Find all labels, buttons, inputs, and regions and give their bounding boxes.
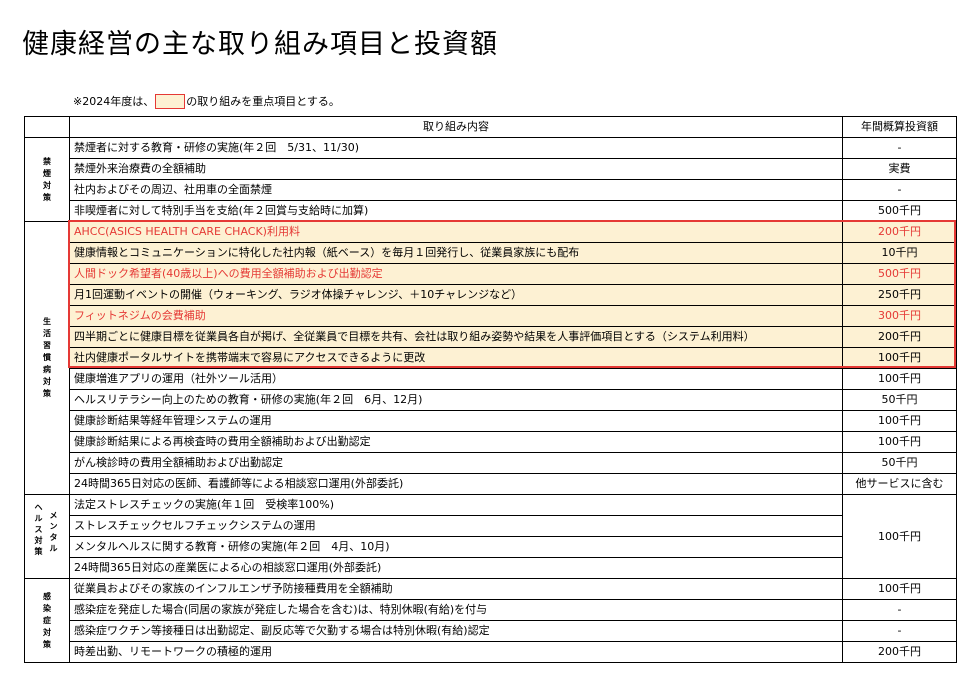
header-empty [24, 116, 70, 138]
table-row: 健康増進アプリの運用（社外ツール活用） 100千円 [25, 368, 957, 390]
row-amount-merged: 100千円 [842, 494, 957, 579]
row-amount: 実費 [842, 158, 957, 180]
row-amount: - [842, 599, 957, 621]
table-row: 感染症対策 従業員およびその家族のインフルエンザ予防接種費用を全額補助 100千… [24, 578, 957, 663]
page-title: 健康経営の主な取り組み項目と投資額 [22, 29, 498, 60]
table-row: 時差出勤、リモートワークの積極的運用 200千円 [25, 641, 957, 663]
row-item: 感染症を発症した場合(同居の家族が発症した場合を含む)は、特別休暇(有給)を付与 [69, 599, 843, 621]
table-row: 24時間365日対応の医師、看護師等による相談窓口運用(外部委託) 他サービスに… [25, 473, 957, 495]
table-row: がん検診時の費用全額補助および出勤認定 50千円 [25, 452, 957, 474]
row-amount: 200千円 [842, 326, 957, 348]
table-row: ヘルスリテラシー向上のための教育・研修の実施(年２回 6月、12月) 50千円 [25, 389, 957, 411]
row-item: 社内およびその周辺、社用車の全面禁煙 [69, 179, 843, 201]
row-item: 月1回運動イベントの開催（ウォーキング、ラジオ体操チャレンジ、＋10チャレンジな… [69, 284, 843, 306]
table-row: 健康診断結果による再検査時の費用全額補助および出勤認定 100千円 [25, 431, 957, 453]
category-infection: 感染症対策 [24, 578, 70, 663]
table-row: 生活習慣病対策 AHCC(ASICS HEALTH CARE CHACK)利用料… [24, 221, 957, 495]
table-row: 健康診断結果等経年管理システムの運用 100千円 [25, 410, 957, 432]
highlight-legend-swatch [155, 93, 186, 109]
row-amount: 100千円 [842, 347, 957, 369]
row-amount: 500千円 [842, 263, 957, 285]
header-content: 取り組み内容 [69, 116, 843, 138]
row-amount: - [842, 179, 957, 201]
row-amount: 50千円 [842, 389, 957, 411]
row-item: 従業員およびその家族のインフルエンザ予防接種費用を全額補助 [69, 578, 843, 600]
table-row: 非喫煙者に対して特別手当を支給(年２回賞与支給時に加算) 500千円 [25, 200, 957, 222]
investment-table: 取り組み内容 年間概算投資額 禁煙対策 禁煙者に対する教育・研修の実施(年２回 … [24, 116, 957, 663]
table-row: 月1回運動イベントの開催（ウォーキング、ラジオ体操チャレンジ、＋10チャレンジな… [25, 284, 957, 306]
row-amount: - [842, 137, 957, 159]
row-amount: 10千円 [842, 242, 957, 264]
table-row: 感染症を発症した場合(同居の家族が発症した場合を含む)は、特別休暇(有給)を付与… [25, 599, 957, 621]
table-row: フィットネジムの会費補助 300千円 [25, 305, 957, 327]
header-amount: 年間概算投資額 [842, 116, 957, 138]
category-smoking: 禁煙対策 [24, 137, 70, 222]
row-amount: 他サービスに含む [842, 473, 957, 495]
row-amount: 100千円 [842, 431, 957, 453]
table-row: 禁煙外来治療費の全額補助 実費 [25, 158, 957, 180]
table-row: 四半期ごとに健康目標を従業員各自が掲げ、全従業員で目標を共有、会社は取り組み姿勢… [25, 326, 957, 348]
category-mental-left: ヘルス対策 [34, 502, 43, 556]
row-amount: 100千円 [842, 578, 957, 600]
row-item: 感染症ワクチン等接種日は出勤認定、副反応等で欠勤する場合は特別休暇(有給)認定 [69, 620, 843, 642]
row-item: 非喫煙者に対して特別手当を支給(年２回賞与支給時に加算) [69, 200, 843, 222]
row-amount: 500千円 [842, 200, 957, 222]
category-mental-right: メンタル [49, 510, 58, 553]
row-item: 健康増進アプリの運用（社外ツール活用） [69, 368, 843, 390]
table-row: 感染症ワクチン等接種日は出勤認定、副反応等で欠勤する場合は特別休暇(有給)認定 … [25, 620, 957, 642]
table-row: メンタルヘルスに関する教育・研修の実施(年２回 4月、10月) [25, 536, 957, 558]
table-row: 24時間365日対応の産業医による心の相談窓口運用(外部委託) [25, 557, 957, 579]
row-item: ヘルスリテラシー向上のための教育・研修の実施(年２回 6月、12月) [69, 389, 843, 411]
row-amount: 50千円 [842, 452, 957, 474]
row-amount: 100千円 [842, 410, 957, 432]
priority-note: ※2024年度は、 の取り組みを重点項目とする。 [73, 92, 340, 110]
table-row: 社内およびその周辺、社用車の全面禁煙 - [25, 179, 957, 201]
row-item: ストレスチェックセルフチェックシステムの運用 [69, 515, 843, 537]
row-item: 時差出勤、リモートワークの積極的運用 [69, 641, 843, 663]
row-item: 四半期ごとに健康目標を従業員各自が掲げ、全従業員で目標を共有、会社は取り組み姿勢… [69, 326, 843, 348]
row-amount: 300千円 [842, 305, 957, 327]
row-amount: 200千円 [842, 641, 957, 663]
table-row: 社内健康ポータルサイトを携帯端末で容易にアクセスできるように更改 100千円 [25, 347, 957, 369]
row-amount: 250千円 [842, 284, 957, 306]
row-item: がん検診時の費用全額補助および出勤認定 [69, 452, 843, 474]
note-prefix: ※2024年度は、 [73, 95, 155, 108]
table-row: 禁煙対策 禁煙者に対する教育・研修の実施(年２回 5/31、11/30) - [24, 137, 957, 222]
row-item: 人間ドック希望者(40歳以上)への費用全額補助および出勤認定 [69, 263, 843, 285]
note-suffix: の取り組みを重点項目とする。 [186, 95, 340, 108]
table-header-row: 取り組み内容 年間概算投資額 [24, 116, 957, 138]
table-row: ストレスチェックセルフチェックシステムの運用 [25, 515, 957, 537]
row-item: 禁煙外来治療費の全額補助 [69, 158, 843, 180]
row-item: 禁煙者に対する教育・研修の実施(年２回 5/31、11/30) [69, 137, 843, 159]
category-mental: ヘルス対策 メンタル [24, 494, 70, 579]
row-item: 健康情報とコミュニケーションに特化した社内報（紙ベース）を毎月１回発行し、従業員… [69, 242, 843, 264]
table-row: ヘルス対策 メンタル 法定ストレスチェックの実施(年１回 受検率100%) 10… [24, 494, 957, 579]
row-amount: 100千円 [842, 368, 957, 390]
row-item: 社内健康ポータルサイトを携帯端末で容易にアクセスできるように更改 [69, 347, 843, 369]
row-item: AHCC(ASICS HEALTH CARE CHACK)利用料 [69, 221, 843, 243]
row-item: 24時間365日対応の産業医による心の相談窓口運用(外部委託) [69, 557, 843, 579]
row-amount: - [842, 620, 957, 642]
row-item: 24時間365日対応の医師、看護師等による相談窓口運用(外部委託) [69, 473, 843, 495]
category-lifestyle: 生活習慣病対策 [24, 221, 70, 495]
row-item: メンタルヘルスに関する教育・研修の実施(年２回 4月、10月) [69, 536, 843, 558]
table-row: 健康情報とコミュニケーションに特化した社内報（紙ベース）を毎月１回発行し、従業員… [25, 242, 957, 264]
row-amount: 200千円 [842, 221, 957, 243]
row-item: 健康診断結果等経年管理システムの運用 [69, 410, 843, 432]
row-item: フィットネジムの会費補助 [69, 305, 843, 327]
row-item: 法定ストレスチェックの実施(年１回 受検率100%) [69, 494, 843, 516]
row-item: 健康診断結果による再検査時の費用全額補助および出勤認定 [69, 431, 843, 453]
table-row: 人間ドック希望者(40歳以上)への費用全額補助および出勤認定 500千円 [25, 263, 957, 285]
